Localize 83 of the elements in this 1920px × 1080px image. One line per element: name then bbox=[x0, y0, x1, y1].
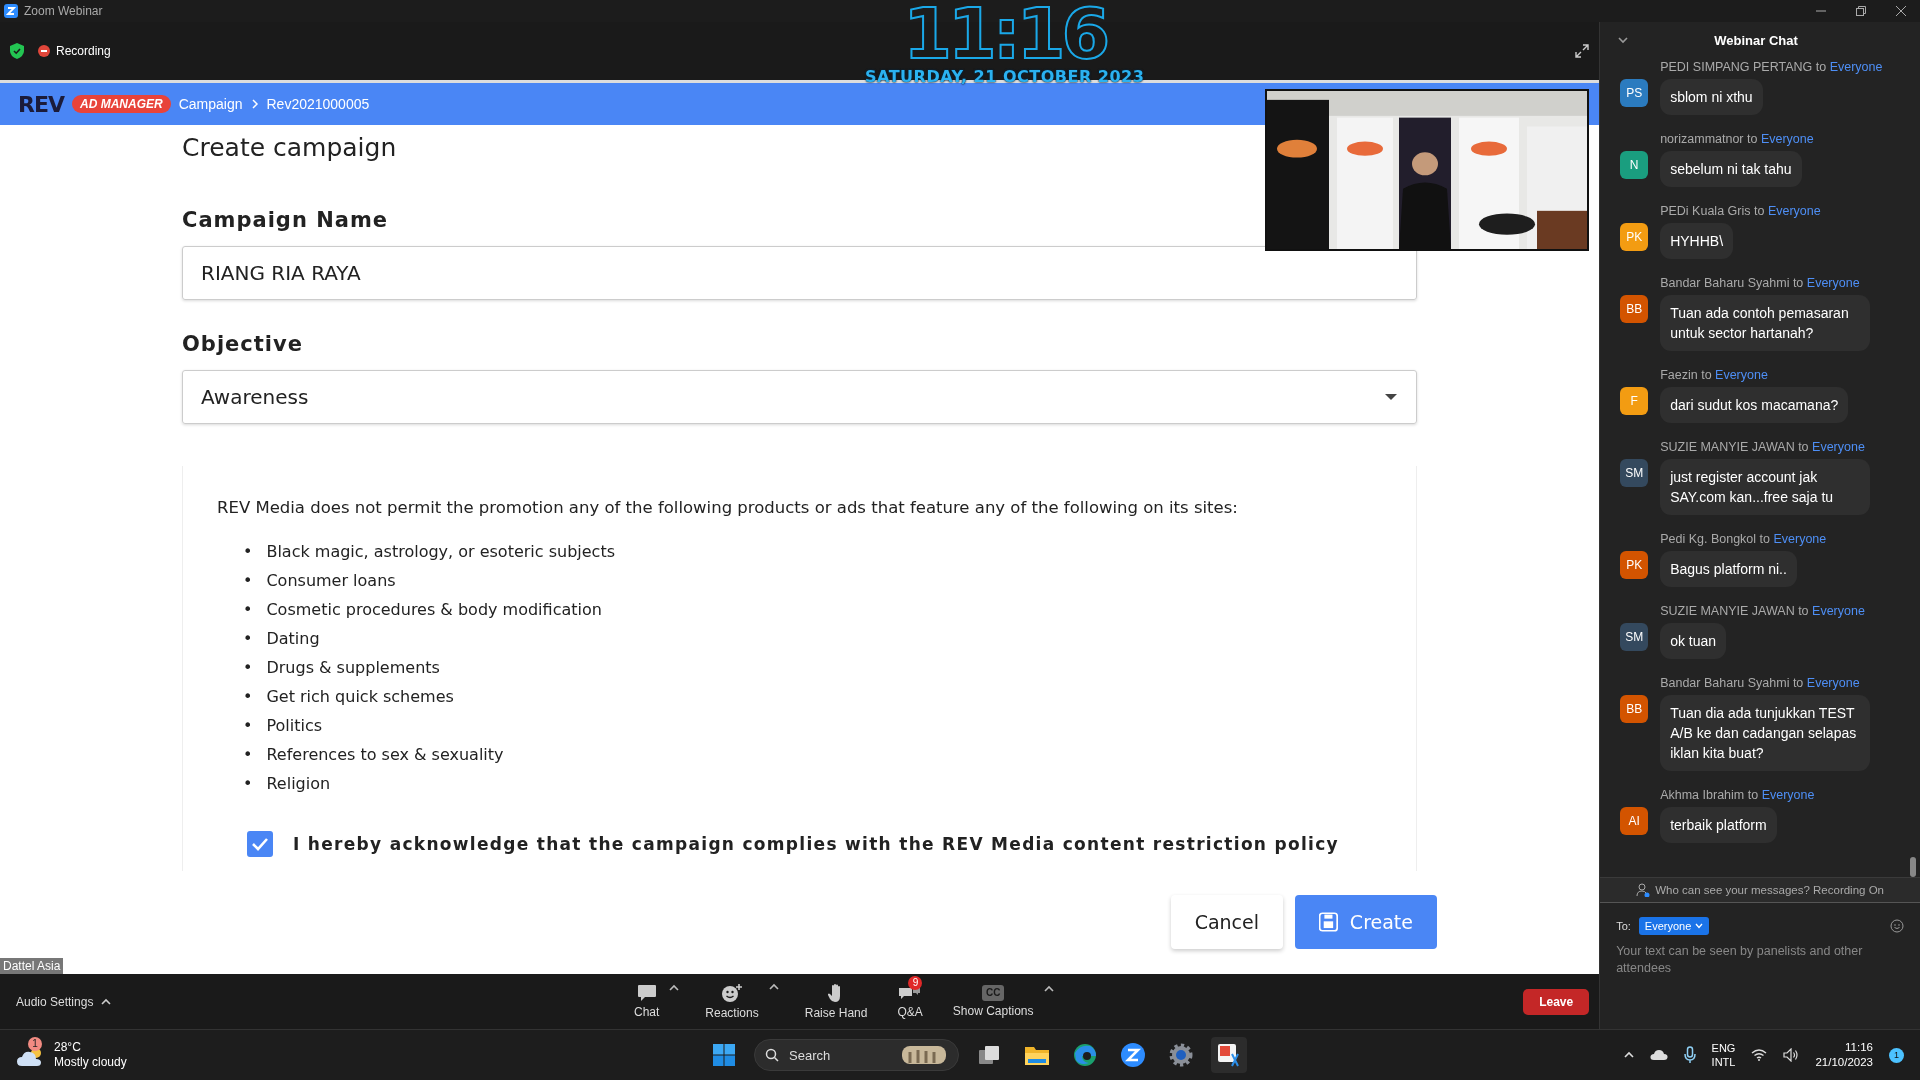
message-sender: PEDI SIMPANG PERTANG to Everyone bbox=[1660, 60, 1884, 74]
message-bubble: Tuan dia ada tunjukkan TEST A/B ke dan cadangan selapas iklan kita buat? bbox=[1660, 695, 1871, 771]
to-label: To: bbox=[1616, 920, 1631, 932]
acknowledge-label: I hereby acknowledge that the campaign complies with the REV Media content restriction policy bbox=[293, 834, 1339, 854]
bullet: • bbox=[243, 744, 253, 766]
temperature: 28°C bbox=[54, 1040, 82, 1055]
bullet: • bbox=[243, 541, 253, 563]
message-sender: Bandar Baharu Syahmi to Everyone bbox=[1660, 276, 1861, 290]
policy-intro: REV Media does not permit the promotion any of the following products or ads that feature any of the following on its sites: bbox=[217, 498, 1239, 517]
bullet: • bbox=[243, 628, 253, 650]
avatar: SM bbox=[1620, 623, 1649, 651]
recipient-dropdown[interactable]: Everyone bbox=[1638, 917, 1710, 935]
message-bubble: just register account jak SAY.com kan...free saja tu bbox=[1660, 459, 1871, 515]
captions-icon: CC bbox=[981, 985, 1005, 1001]
message-sender: PEDi Kuala Gris to Everyone bbox=[1660, 204, 1822, 218]
clock-overlay-time: 11:16 bbox=[903, 0, 1107, 68]
toolbar-button[interactable]: CC Show Captions bbox=[948, 985, 1038, 1018]
bullet: • bbox=[243, 570, 253, 592]
window-title: Zoom Webinar bbox=[24, 4, 103, 18]
clock-time[interactable]: 11:16 bbox=[1845, 1040, 1873, 1055]
avatar: SM bbox=[1620, 459, 1649, 487]
audio-settings-button[interactable]: Audio Settings bbox=[10, 993, 630, 1010]
policy-item: Black magic, astrology, or esoteric subjects bbox=[266, 541, 615, 563]
bullet: • bbox=[243, 599, 253, 621]
policy-item: Get rich quick schemes bbox=[266, 686, 454, 708]
toolbar-button[interactable]: Reactions bbox=[701, 983, 763, 1020]
avatar: PK bbox=[1620, 223, 1649, 251]
brand-logo: REV bbox=[18, 91, 64, 117]
policy-item: Dating bbox=[266, 628, 320, 650]
policy-item: Consumer loans bbox=[266, 570, 396, 592]
message-sender: Pedi Kg. Bongkol to Everyone bbox=[1660, 532, 1828, 546]
avatar: AI bbox=[1620, 807, 1649, 835]
toolbar-button[interactable]: Chat bbox=[630, 984, 664, 1019]
message-sender: Akhma Ibrahim to Everyone bbox=[1660, 788, 1816, 802]
bullet: • bbox=[243, 657, 253, 679]
message-bubble: ok tuan bbox=[1660, 623, 1727, 659]
clock-date[interactable]: 21/10/2023 bbox=[1815, 1055, 1873, 1070]
policy-item: References to sex & sexuality bbox=[266, 744, 504, 766]
avatar: N bbox=[1620, 151, 1649, 179]
message-bubble: Bagus platform ni.. bbox=[1660, 551, 1797, 587]
language-indicator[interactable]: ENG bbox=[1711, 1041, 1736, 1055]
bullet: • bbox=[243, 773, 253, 795]
policy-item: Politics bbox=[266, 715, 323, 737]
bullet: • bbox=[243, 715, 253, 737]
message-input[interactable]: Your text can be seen by panelists and other attendees bbox=[1616, 943, 1904, 977]
message-sender: Faezin to Everyone bbox=[1660, 368, 1769, 382]
notification-badge[interactable]: 1 bbox=[1889, 1047, 1904, 1063]
policy-item: Religion bbox=[266, 773, 331, 795]
toolbar-button[interactable]: Raise Hand bbox=[800, 983, 872, 1020]
presenter-label: Dattel Asia bbox=[0, 958, 64, 974]
avatar: PK bbox=[1620, 551, 1649, 579]
bullet: • bbox=[243, 686, 253, 708]
avatar: BB bbox=[1620, 295, 1649, 323]
message-sender: Bandar Baharu Syahmi to Everyone bbox=[1660, 676, 1861, 690]
message-sender: SUZIE MANYIE JAWAN to Everyone bbox=[1660, 604, 1866, 618]
language-indicator[interactable]: INTL bbox=[1711, 1055, 1736, 1069]
message-bubble: HYHHB\ bbox=[1660, 223, 1734, 259]
page-heading: Create campaign bbox=[182, 133, 398, 162]
notification-badge: 1 bbox=[28, 1037, 42, 1051]
leave-button[interactable]: Leave bbox=[1523, 988, 1590, 1015]
recording-label: Recording bbox=[56, 44, 111, 58]
message-bubble: Tuan ada contoh pemasaran untuk sector hartanah? bbox=[1660, 295, 1871, 351]
avatar: PS bbox=[1620, 79, 1649, 107]
product-badge: AD MANAGER bbox=[72, 95, 171, 113]
count-badge: 9 bbox=[908, 976, 923, 990]
message-bubble: sebelum ni tak tahu bbox=[1660, 151, 1802, 187]
chat-title: Webinar Chat bbox=[1713, 32, 1799, 48]
message-sender: SUZIE MANYIE JAWAN to Everyone bbox=[1660, 440, 1866, 454]
message-sender: norizammatnor to Everyone bbox=[1660, 132, 1815, 146]
avatar: BB bbox=[1620, 695, 1649, 723]
weather-condition: Mostly cloudy bbox=[54, 1055, 127, 1070]
campaign-name-field[interactable]: RIANG RIA RAYA bbox=[182, 246, 1417, 300]
field-label: Objective bbox=[182, 332, 304, 356]
policy-item: Cosmetic procedures & body modification bbox=[266, 599, 602, 621]
field-label: Campaign Name bbox=[182, 208, 390, 232]
policy-item: Drugs & supplements bbox=[266, 657, 440, 679]
cancel-button[interactable]: Cancel bbox=[1170, 895, 1283, 949]
message-bubble: sblom ni xthu bbox=[1660, 79, 1763, 115]
message-bubble: dari sudut kos macamana? bbox=[1660, 387, 1849, 423]
objective-dropdown[interactable]: Awareness bbox=[182, 370, 1417, 424]
message-bubble: terbaik platform bbox=[1660, 807, 1777, 843]
taskbar-search[interactable]: Search bbox=[754, 1039, 959, 1071]
avatar: F bbox=[1620, 387, 1649, 415]
